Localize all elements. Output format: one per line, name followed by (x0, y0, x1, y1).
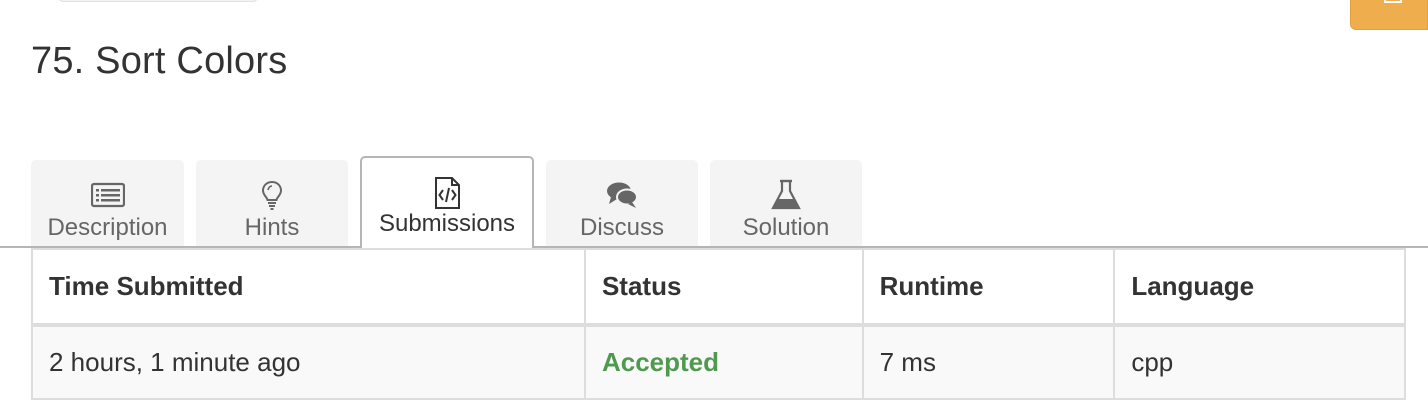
code-file-icon (435, 177, 460, 209)
column-header-status[interactable]: Status (583, 249, 864, 327)
tab-bar: Description Hints Submissions Discuss So… (0, 156, 1428, 248)
top-toolbar-fragment (58, 0, 258, 2)
tab-submissions-label: Submissions (378, 210, 516, 237)
corner-action-button[interactable] (1350, 0, 1428, 30)
column-header-runtime[interactable]: Runtime (861, 249, 1116, 327)
column-header-time[interactable]: Time Submitted (31, 249, 586, 327)
cell-runtime: 7 ms (861, 325, 1116, 400)
tab-hints-label: Hints (244, 214, 300, 241)
tab-hints[interactable]: Hints (196, 160, 348, 246)
cell-language: cpp (1113, 325, 1406, 400)
tab-discuss-label: Discuss (579, 214, 664, 241)
tab-solution-label: Solution (742, 214, 830, 241)
submissions-table: Time Submitted Status Runtime Language 2… (31, 248, 1406, 400)
comments-icon (607, 182, 638, 208)
tab-description[interactable]: Description (31, 160, 184, 246)
column-header-language[interactable]: Language (1113, 249, 1406, 327)
tab-description-label: Description (47, 214, 168, 241)
flask-icon (771, 179, 801, 210)
tab-discuss[interactable]: Discuss (546, 160, 698, 246)
corner-button-icon (1384, 0, 1402, 3)
tab-submissions[interactable]: Submissions (360, 156, 534, 248)
status-accepted-link[interactable]: Accepted (602, 347, 719, 377)
tab-solution[interactable]: Solution (710, 160, 862, 246)
cell-time-submitted: 2 hours, 1 minute ago (31, 325, 586, 400)
page-title: 75. Sort Colors (31, 40, 288, 82)
table-row: 2 hours, 1 minute ago Accepted 7 ms cpp (31, 325, 1406, 400)
lightbulb-icon (261, 180, 283, 210)
table-header-row: Time Submitted Status Runtime Language (31, 249, 1406, 327)
cell-status: Accepted (583, 325, 864, 400)
list-icon (90, 182, 125, 208)
